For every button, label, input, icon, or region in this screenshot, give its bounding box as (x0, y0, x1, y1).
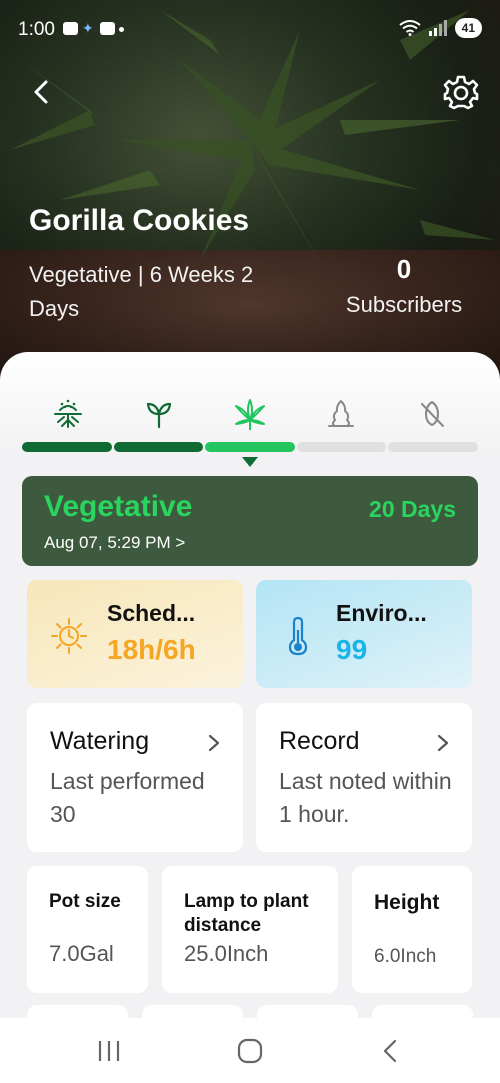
sparkle-icon: ✦ (82, 20, 94, 36)
settings-button[interactable] (442, 74, 480, 112)
seedling-icon (146, 402, 171, 429)
stage-vegetative[interactable] (204, 398, 295, 434)
pot-size-value: 7.0Gal (49, 941, 114, 966)
harvest-icon (421, 401, 445, 427)
sun-icon (51, 618, 87, 654)
gear-icon (443, 75, 479, 110)
status-bar: 1:00 ✦ 41 (0, 0, 500, 58)
stage-progress-bar (22, 442, 478, 452)
battery-level: 41 (454, 18, 482, 38)
environment-title: Enviro... (336, 600, 427, 626)
progress-segment (22, 442, 112, 452)
youtube-icon (100, 22, 115, 35)
lamp-distance-value: 25.0Inch (184, 941, 269, 966)
current-stage-card[interactable]: Vegetative 20 Days Aug 07, 5:29 PM > (22, 476, 478, 566)
dot-icon (119, 27, 124, 32)
system-icons: 41 (399, 18, 482, 38)
stage-seedling[interactable] (113, 398, 204, 434)
stage-start-date[interactable]: Aug 07, 5:29 PM > (44, 533, 185, 553)
plant-name: Gorilla Cookies (29, 204, 250, 237)
plant-stage-duration: Vegetative | 6 Weeks 2 Days (29, 262, 254, 321)
schedule-tile[interactable]: Sched... 18h/6h (27, 580, 243, 688)
back-nav-icon[interactable] (376, 1038, 406, 1064)
record-title: Record (279, 727, 360, 755)
youtube-icon (63, 22, 78, 35)
schedule-title: Sched... (107, 600, 196, 626)
home-icon[interactable] (235, 1038, 265, 1064)
environment-tile[interactable]: Enviro... 99 (256, 580, 472, 688)
watering-card[interactable]: Watering Last performed 30 (27, 703, 243, 852)
chevron-left-icon (34, 80, 48, 104)
subscribers-count[interactable]: 0 (334, 254, 474, 285)
chevron-right-icon (437, 734, 449, 752)
system-nav-bar (0, 1018, 500, 1083)
lamp-distance-label: Lamp to plant distance (184, 891, 309, 936)
stage-germination[interactable] (22, 398, 113, 434)
height-value: 6.0Inch (374, 946, 437, 967)
record-subtitle: Last noted within 1 hour. (279, 768, 452, 827)
stage-flowering[interactable] (296, 398, 387, 434)
lamp-distance-card[interactable]: Lamp to plant distance 25.0Inch (162, 866, 338, 993)
back-button[interactable] (26, 76, 58, 108)
stage-title: Vegetative (44, 490, 193, 523)
watering-title: Watering (50, 727, 150, 755)
wifi-icon (399, 20, 421, 36)
pot-size-label: Pot size (49, 891, 121, 912)
environment-value: 99 (336, 634, 368, 665)
flowering-icon (328, 400, 355, 427)
progress-segment (388, 442, 478, 452)
height-label: Height (374, 891, 440, 914)
vegetative-leaf-icon (235, 399, 265, 430)
schedule-value: 18h/6h (107, 634, 196, 665)
thermometer-icon (288, 616, 308, 656)
progress-segment (296, 442, 387, 452)
stage-harvest[interactable] (387, 398, 478, 434)
subscribers-label[interactable]: Subscribers (334, 292, 474, 318)
status-time: 1:00 (18, 19, 55, 40)
stage-icon-row (22, 398, 478, 434)
chevron-right-icon (208, 734, 220, 752)
germination-icon (53, 399, 82, 428)
pot-size-card[interactable]: Pot size 7.0Gal (27, 866, 148, 993)
recents-icon[interactable] (94, 1038, 124, 1064)
progress-segment (205, 442, 295, 452)
current-stage-indicator (242, 457, 258, 467)
notification-icons: ✦ (63, 20, 124, 36)
progress-segment (113, 442, 204, 452)
stage-days: 20 Days (369, 496, 456, 522)
height-card[interactable]: Height 6.0Inch (352, 866, 472, 993)
signal-icon (428, 20, 447, 36)
record-card[interactable]: Record Last noted within 1 hour. (256, 703, 472, 852)
watering-subtitle: Last performed 30 (50, 768, 205, 827)
